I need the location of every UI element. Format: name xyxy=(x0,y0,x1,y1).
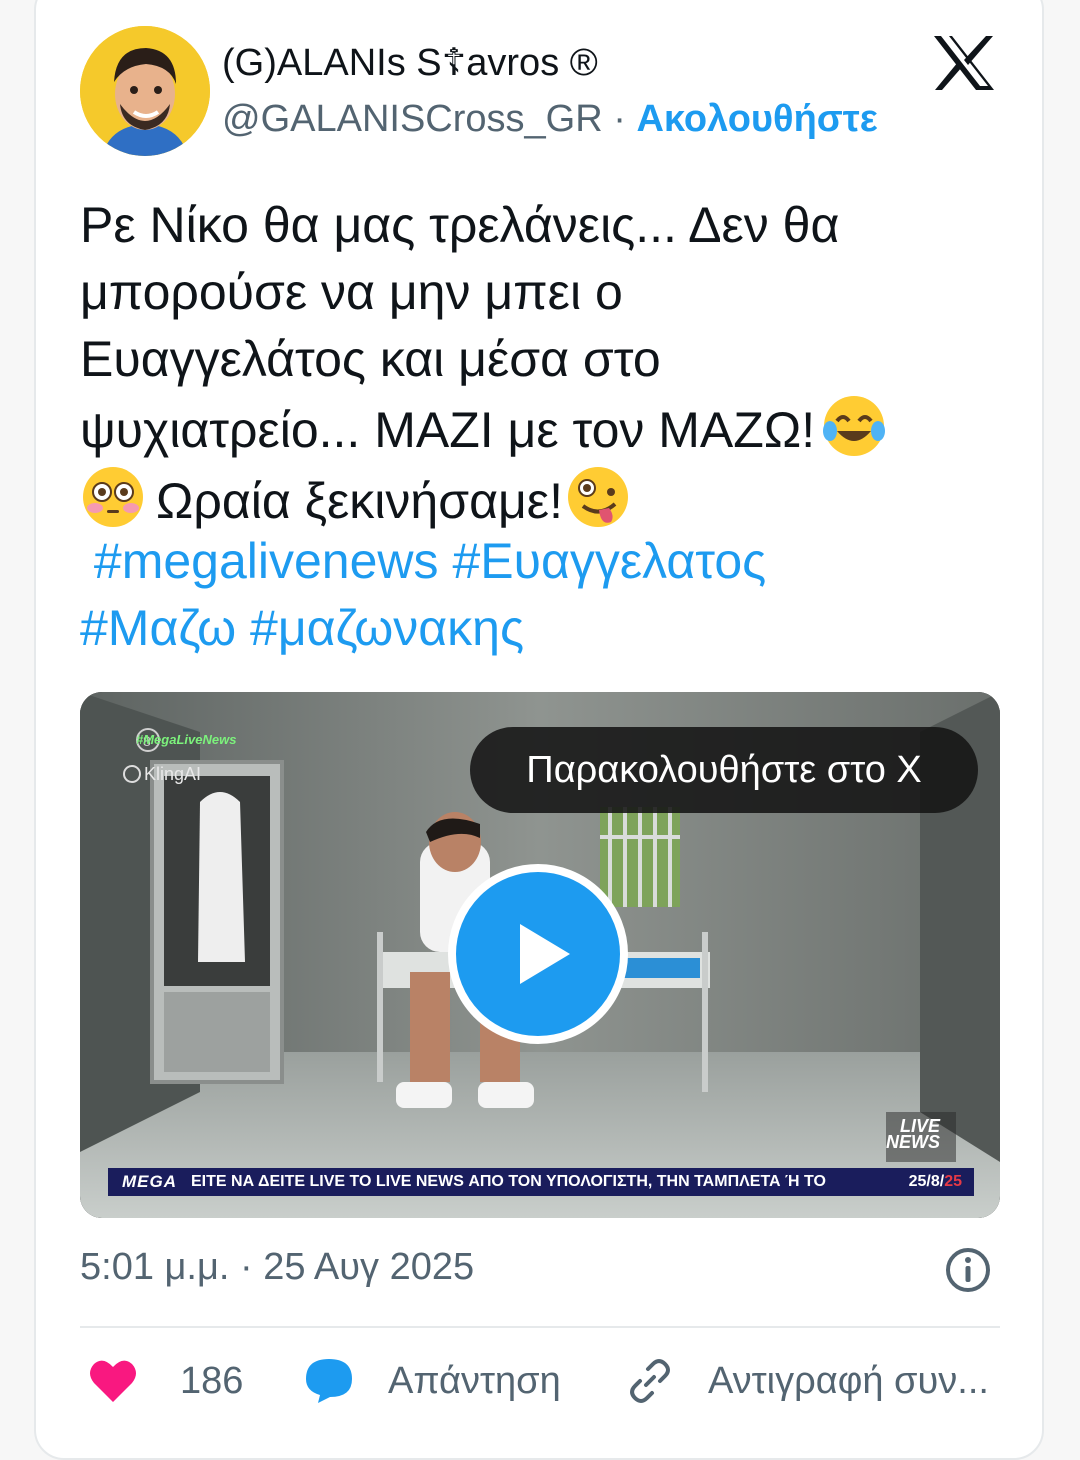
tweet-text: Ρε Νίκο θα μας τρελάνεις... Δεν θα μπορο… xyxy=(80,192,1000,535)
like-count: 186 xyxy=(180,1359,244,1402)
overlay-hashtag: #MegaLiveNews xyxy=(136,732,237,747)
hashtag-line: #Μαζω #μαζωνακης xyxy=(80,595,1000,662)
timestamp[interactable]: 5:01 μ.μ. · 25 Αυγ 2025 xyxy=(80,1246,474,1289)
divider xyxy=(80,1326,1000,1328)
live-news-logo: LIVE NEWS xyxy=(886,1117,940,1152)
tweet-text-line: ψυχιατρείο... ΜΑΖΙ με τον ΜΑΖΩ! xyxy=(80,393,1000,464)
reply-label: Απάντηση xyxy=(388,1359,561,1402)
tears-of-joy-emoji-icon xyxy=(823,396,886,456)
link-icon xyxy=(630,1359,670,1403)
tweet-text-segment: ψυχιατρείο... ΜΑΖΙ με τον ΜΑΖΩ! xyxy=(80,402,816,458)
live-logo-line2: NEWS xyxy=(886,1132,940,1152)
separator: · xyxy=(613,98,626,140)
display-name[interactable]: (G)ALANIs S☦avros ® xyxy=(222,40,598,85)
tweet-text-line: μπορούσε να μην μπει ο xyxy=(80,264,623,320)
copy-link-label: Αντιγραφή συν... xyxy=(708,1359,989,1402)
action-bar: 186 Απάντηση Αντιγραφή συν... xyxy=(80,1350,1010,1412)
hashtag-evangelatos[interactable]: #Ευαγγελατος xyxy=(452,533,766,589)
tweet-text-line: Ρε Νίκο θα μας τρελάνεις... Δεν θα xyxy=(80,197,840,253)
reply-button[interactable]: Απάντηση xyxy=(304,1350,561,1412)
hashtag-line: #megalivenews #Ευαγγελατος xyxy=(80,528,1000,595)
flushed-face-emoji-icon xyxy=(83,467,143,527)
handle-row: @GALANISCross_GR · Ακολουθήστε xyxy=(222,98,878,141)
tweet-text-line: Ωραία ξεκινήσαμε! xyxy=(80,464,1000,535)
heart-icon xyxy=(90,1360,136,1402)
play-button[interactable] xyxy=(448,864,628,1044)
kling-label: KlingAI xyxy=(144,764,202,784)
play-icon xyxy=(520,924,570,984)
news-ticker: MEGA ΕΙΤΕ ΝΑ ΔΕΙΤΕ LIVE ΤΟ LIVE NEWS ΑΠΟ… xyxy=(108,1168,974,1196)
x-logo-icon[interactable] xyxy=(932,34,996,92)
tweet-text-segment: Ωραία ξεκινήσαμε! xyxy=(156,473,563,529)
copy-link-button[interactable]: Αντιγραφή συν... xyxy=(626,1350,989,1412)
avatar[interactable] xyxy=(80,26,210,156)
ticker-text: ΕΙΤΕ ΝΑ ΔΕΙΤΕ LIVE ΤΟ LIVE NEWS ΑΠΟ ΤΟΝ … xyxy=(191,1173,826,1190)
hashtags: #megalivenews #Ευαγγελατος #Μαζω #μαζωνα… xyxy=(80,528,1000,662)
mega-logo: MEGA xyxy=(122,1172,177,1191)
info-icon[interactable] xyxy=(944,1246,992,1294)
like-button[interactable]: 186 xyxy=(88,1350,243,1412)
hashtag-megalivenews[interactable]: #megalivenews xyxy=(94,533,439,589)
zany-face-emoji-icon xyxy=(567,467,628,527)
user-handle[interactable]: @GALANISCross_GR xyxy=(222,98,603,140)
reply-bubble-icon xyxy=(306,1359,352,1403)
watch-on-x-button[interactable]: Παρακολουθήστε στο X xyxy=(470,727,978,813)
hashtag-mazo[interactable]: #Μαζω xyxy=(80,600,236,656)
ticker-date-suffix: 25 xyxy=(944,1173,962,1190)
follow-button[interactable]: Ακολουθήστε xyxy=(636,98,877,140)
hashtag-mazonakis[interactable]: #μαζωνακης xyxy=(250,600,524,656)
tweet-text-line: Ευαγγελάτος και μέσα στο xyxy=(80,331,661,387)
video-player[interactable]: 8 #MegaLiveNews KlingAI LIVE NEWS MEGA Ε… xyxy=(80,692,1000,1218)
ticker-date-prefix: 25/8/ xyxy=(908,1173,945,1190)
ticker-date: 25/8/25 xyxy=(897,1173,974,1191)
